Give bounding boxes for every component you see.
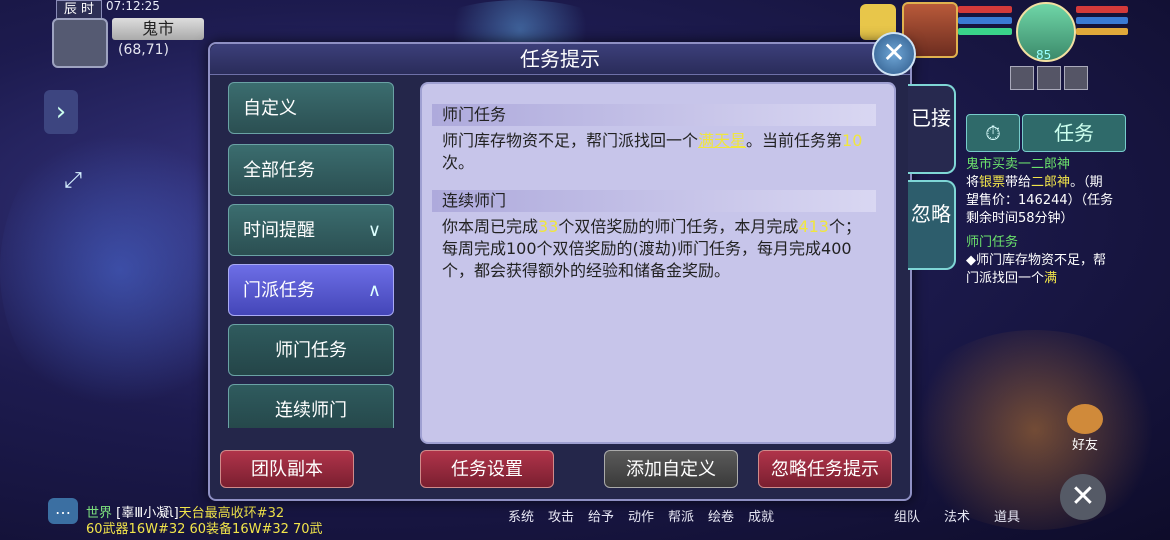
task-settings-button[interactable]: 任务设置 (420, 450, 554, 488)
add-custom-button[interactable]: 添加自定义 (604, 450, 738, 488)
background-glow (900, 330, 1170, 530)
timer-icon[interactable]: ⏱ (966, 114, 1020, 152)
task-tracker-list[interactable]: 鬼市买卖一二郎神 将银票带给二郎神。（期望售价：146244）（任务剩余时间58… (966, 156, 1114, 288)
action-attack[interactable]: 攻击 (546, 506, 576, 525)
fullscreen-icon[interactable]: ⤢ (56, 164, 90, 198)
location-status: 辰 时 07:12:25 鬼市 (68,71) (48, 0, 208, 68)
time-period: 辰 时 (56, 0, 102, 20)
task-hint-dialog: 任务提示 ✕ 自定义 全部任务 时间提醒 ∨ 门派任务 ∧ 师门任务 连续师门 师门… (208, 32, 916, 501)
action-items[interactable]: 道具 (994, 506, 1020, 525)
clock: 07:12:25 (106, 0, 160, 13)
nav-time-reminder[interactable]: 时间提醒 ∨ (228, 204, 394, 256)
action-system[interactable]: 系统 (506, 506, 536, 525)
task-tab[interactable]: 任务 (1022, 114, 1126, 152)
coordinates: (68,71) (118, 42, 170, 58)
chat-icon[interactable]: … (48, 498, 78, 524)
location-name[interactable]: 鬼市 (112, 18, 204, 40)
nav-master-task[interactable]: 师门任务 (228, 324, 394, 376)
nav-all-tasks[interactable]: 全部任务 (228, 144, 394, 196)
map-emblem-icon[interactable] (52, 18, 108, 68)
quest-title[interactable]: 师门任务 (966, 234, 1114, 252)
action-bar: 系统 攻击 给予 动作 帮派 绘卷 成就 (506, 506, 776, 525)
section-text: 你本周已完成33个双倍奖励的师门任务，本月完成413个；每周完成100个双倍奖励… (442, 217, 861, 280)
action-emote[interactable]: 动作 (626, 506, 656, 525)
quest-desc: ◆师门库存物资不足，帮门派找回一个满 (966, 253, 1106, 286)
team-dungeon-button[interactable]: 团队副本 (220, 450, 354, 488)
handshake-icon (1067, 404, 1103, 434)
task-detail-panel: 师门任务 师门库存物资不足，帮门派找回一个满天星。当前任务第10次。 连续师门 … (420, 82, 896, 444)
chevron-down-icon: ∨ (367, 220, 381, 241)
nav-continuous-master[interactable]: 连续师门 (228, 384, 394, 428)
section-heading: 师门任务 (432, 104, 876, 126)
friends-button[interactable]: 好友 (1064, 404, 1106, 453)
action-skills[interactable]: 法术 (944, 506, 970, 525)
player-status-bars (1076, 6, 1128, 39)
chat-message[interactable]: 世界 [辜Ⅲ小凝ὶ]天台最高收环#32 60武器16W#32 60装备16W#3… (86, 506, 366, 538)
section-text: 师门库存物资不足，帮门派找回一个满天星。当前任务第10次。 (442, 131, 863, 172)
action-guild[interactable]: 帮派 (666, 506, 696, 525)
quest-desc: 将银票带给二郎神。（期望售价：146244）（任务剩余时间58分钟） (966, 175, 1114, 226)
action-give[interactable]: 给予 (586, 506, 616, 525)
action-scroll[interactable]: 绘卷 (706, 506, 736, 525)
ignore-task-hint-button[interactable]: 忽略任务提示 (758, 450, 892, 488)
task-category-nav: 自定义 全部任务 时间提醒 ∨ 门派任务 ∧ 师门任务 连续师门 (228, 82, 396, 428)
action-team[interactable]: 组队 (894, 506, 920, 525)
dialog-title: 任务提示 (520, 47, 600, 71)
pet-status-bars (958, 6, 1012, 39)
chevron-up-icon: ∧ (367, 280, 381, 301)
expand-arrow-icon[interactable]: › (44, 90, 78, 134)
action-achievement[interactable]: 成就 (746, 506, 776, 525)
quest-title[interactable]: 鬼市买卖一二郎神 (966, 156, 1114, 174)
close-menu-icon[interactable]: ✕ (1060, 474, 1106, 520)
buff-icons (1010, 66, 1091, 94)
tab-ignored[interactable]: 忽略 (908, 180, 956, 270)
background-glow (0, 120, 240, 420)
action-bar-right: 组队 法术 道具 (894, 506, 1020, 525)
tab-accepted[interactable]: 已接 (908, 84, 956, 174)
nav-sect-tasks[interactable]: 门派任务 ∧ (228, 264, 394, 316)
close-icon[interactable]: ✕ (872, 32, 916, 76)
section-heading: 连续师门 (432, 190, 876, 212)
nav-custom[interactable]: 自定义 (228, 82, 394, 134)
player-level: 85 (1036, 48, 1052, 62)
